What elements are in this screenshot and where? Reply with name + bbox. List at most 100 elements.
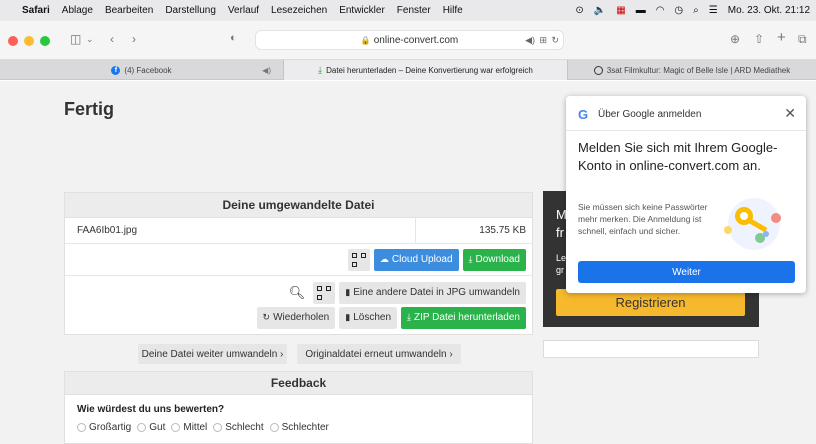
battery-icon[interactable]: ▬ [636,0,646,21]
clock-icon[interactable]: ◷ [674,0,683,21]
rating-label: Schlechter [281,422,329,433]
cloud-icon: ☁ [379,254,389,264]
minimize-window-icon[interactable] [24,36,34,46]
menu-bar: Safari Ablage Bearbeiten Darstellung Ver… [0,0,816,21]
tab-bar: f (4) Facebook ◀) ⤓ Datei herunterladen … [0,60,816,80]
tab-online-convert-label: Datei herunterladen – Deine Konvertierun… [326,65,533,75]
qr-code-button-2[interactable] [313,281,336,304]
action-row-2: ↻ Wiederholen ▮ Löschen ⤓ ZIP Datei heru… [65,305,532,330]
convert-further-button[interactable]: Deine Datei weiter umwandeln › [138,344,287,364]
lock-icon: 🔒 [360,35,371,45]
promo-text-line2: gr [556,265,565,275]
retry-button[interactable]: ↻ Wiederholen [256,306,336,329]
close-window-icon[interactable] [8,36,18,46]
menu-ablage[interactable]: Ablage [62,5,93,16]
search-button[interactable]: 🔍︎ [285,282,310,304]
convert-other-file-button[interactable]: ▮ Eine andere Datei in JPG umwandeln [339,281,526,304]
address-bar-url: online-convert.com [373,34,459,46]
close-icon[interactable]: ✕ [784,105,796,122]
radio-button[interactable] [269,423,279,432]
delete-button[interactable]: ▮ Löschen [339,306,398,329]
reload-icon[interactable]: ↻ [551,35,559,46]
page-title: Fertig [64,99,115,119]
radio-button[interactable] [137,423,147,432]
rating-label: Mittel [183,422,208,433]
audio-playing-icon[interactable]: ◀) [525,35,535,46]
file-actions: 🔍︎ ▮ Eine andere Datei in JPG umwandeln … [65,276,532,330]
radio-button[interactable] [213,423,223,432]
new-tab-icon[interactable]: + [777,29,786,46]
tab-ard-mediathek[interactable]: 3sat Filmkultur: Magic of Belle Isle | A… [568,60,816,80]
rating-option[interactable]: Schlechter [269,422,329,433]
radio-button[interactable] [77,423,86,432]
google-continue-button[interactable]: Weiter [578,261,795,283]
google-popup-title: Melden Sie sich mit Ihrem Google-Konto i… [578,140,778,173]
download-button[interactable]: ⤓ Download [462,248,526,271]
sidebar-icon[interactable]: ◫ [70,32,81,46]
tab-ard-label: 3sat Filmkultur: Magic of Belle Isle | A… [606,65,791,75]
menu-lesezeichen[interactable]: Lesezeichen [271,5,327,16]
menu-safari[interactable]: Safari [22,5,50,16]
qr-code-button[interactable] [347,248,370,271]
spotlight-search-icon[interactable]: ⌕ [693,0,699,21]
download-arrow-icon: ⤓ [318,64,323,75]
tab-online-convert[interactable]: ⤓ Datei herunterladen – Deine Konvertier… [284,60,568,80]
radio-button[interactable] [171,423,181,432]
qr-code-icon [351,252,366,267]
file-name: FAA6Ib01.jpg [77,225,138,236]
privacy-shield-icon[interactable]: ◐ [230,32,237,44]
promo-text-line1: Le [556,253,567,263]
cloud-upload-button[interactable]: ☁ Cloud Upload [373,248,459,271]
convert-original-button[interactable]: Originaldatei erneut umwandeln › [297,344,461,364]
back-icon[interactable]: ‹ [110,32,114,46]
address-bar[interactable]: 🔒 online-convert.com ◀) ⊞ ↻ [255,30,564,50]
menu-darstellung[interactable]: Darstellung [165,5,216,16]
record-icon[interactable]: ⊙ [575,0,583,21]
sidebar-box [543,340,759,358]
forward-icon[interactable]: › [132,32,136,46]
zip-download-label: ZIP Datei herunterladen [414,312,520,323]
key-illustration-icon [724,198,781,250]
ard-icon [593,65,603,75]
menu-fenster[interactable]: Fenster [397,5,431,16]
menu-hilfe[interactable]: Hilfe [443,5,463,16]
download-label: Download [475,254,520,265]
wifi-icon[interactable]: ◠ [656,0,665,21]
file-icon: ▮ [345,287,351,297]
qr-code-icon [317,285,332,300]
share-icon[interactable]: ⇧ [754,32,764,46]
menu-verlauf[interactable]: Verlauf [228,5,259,16]
menu-entwickler[interactable]: Entwickler [339,5,385,16]
volume-icon[interactable]: 🔈 [594,0,606,21]
downloads-icon[interactable]: ⊕ [730,32,740,46]
rating-option[interactable]: Mittel [171,422,207,433]
menu-bearbeiten[interactable]: Bearbeiten [105,5,153,16]
zip-download-button[interactable]: ⤓ ZIP Datei herunterladen [401,306,526,329]
translate-icon[interactable]: ⊞ [539,35,547,46]
feedback-panel: Feedback Wie würdest du uns bewerten? Gr… [64,371,533,444]
menubar-clock[interactable]: Mo. 23. Okt. 21:12 [728,5,810,16]
chevron-down-icon[interactable]: ⌄ [86,34,94,45]
tab-facebook[interactable]: f (4) Facebook ◀) [0,60,284,80]
column-divider [415,218,416,244]
google-logo-icon: G [578,107,589,122]
zoom-window-icon[interactable] [40,36,50,46]
tab-overview-icon[interactable]: ⧉ [798,32,807,47]
rating-option[interactable]: Großartig [77,422,131,433]
rating-label: Gut [149,422,166,433]
google-signin-popup: G Über Google anmelden ✕ Melden Sie sich… [566,96,806,293]
file-size: 135.75 KB [479,225,526,236]
download-icon: ⤓ [468,254,473,264]
delete-label: Löschen [353,312,392,323]
flag-icon[interactable]: ▦ [616,0,625,21]
file-row: FAA6Ib01.jpg 135.75 KB [65,218,532,244]
tab-audio-icon[interactable]: ◀) [262,66,271,75]
converted-file-panel: Deine umgewandelte Datei FAA6Ib01.jpg 13… [64,192,533,335]
window-controls [8,36,50,46]
action-row-1: 🔍︎ ▮ Eine andere Datei in JPG umwandeln [65,280,532,305]
rating-option[interactable]: Gut [137,422,165,433]
retry-label: Wiederholen [273,312,330,323]
control-center-icon[interactable]: ☰ [709,0,718,21]
register-button[interactable]: Registrieren [556,289,745,316]
rating-option[interactable]: Schlecht [213,422,264,433]
